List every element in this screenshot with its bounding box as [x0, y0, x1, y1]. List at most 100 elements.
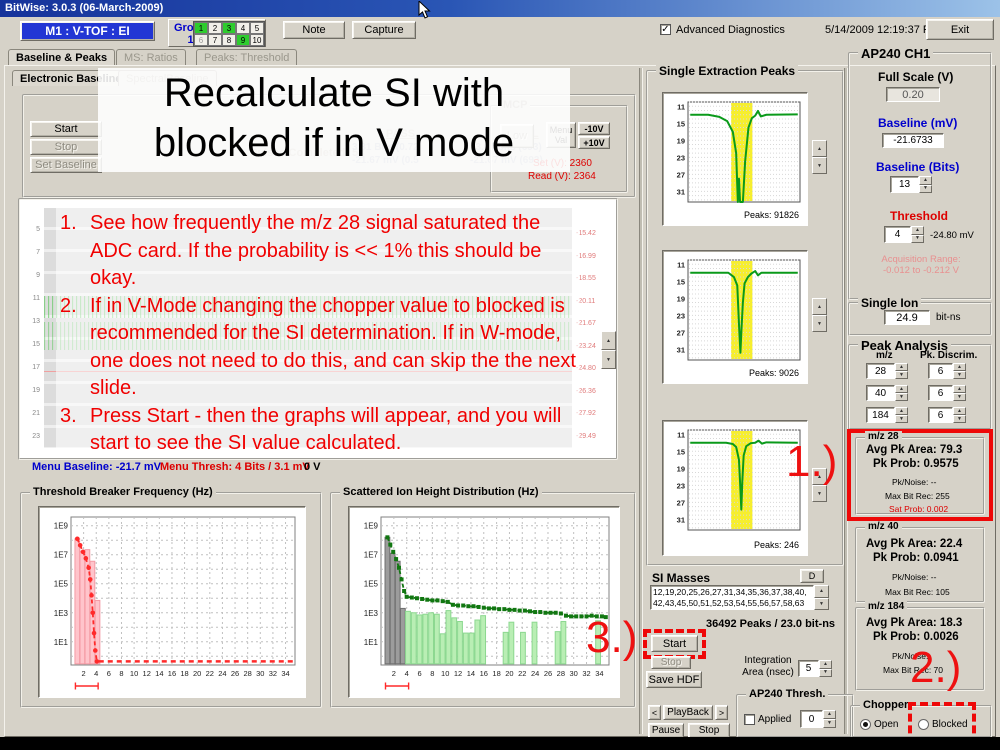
- start-acq-button[interactable]: Start: [30, 121, 102, 137]
- axis-label: 13: [30, 318, 40, 325]
- spin-up-icon[interactable]: ▲: [812, 298, 827, 315]
- threshold-spinner[interactable]: 4 ▲▼: [884, 226, 924, 243]
- playback-stop-button[interactable]: Stop: [688, 723, 730, 738]
- discrim-spinner-3[interactable]: 6 ▲▼: [928, 407, 966, 423]
- svg-text:12: 12: [454, 669, 462, 678]
- spin-up-icon[interactable]: ▲: [819, 660, 832, 669]
- discrim-spinner-1[interactable]: 6 ▲▼: [928, 363, 966, 379]
- group-cell[interactable]: 1: [194, 22, 208, 34]
- capture-button[interactable]: Capture: [352, 21, 416, 39]
- spin-down-icon[interactable]: ▼: [953, 415, 966, 423]
- playback-back-button[interactable]: <: [648, 705, 661, 720]
- group-cell[interactable]: 10: [250, 34, 264, 46]
- mz-spinner-3[interactable]: 184 ▲▼: [866, 407, 908, 423]
- group-cell[interactable]: 6: [194, 34, 208, 46]
- integration-area-spinner[interactable]: 5 ▲▼: [798, 660, 832, 677]
- advanced-diagnostics-checkbox[interactable]: ✓: [660, 24, 671, 35]
- mz184-pk-prob: Pk Prob: 0.0026: [873, 631, 959, 643]
- sep-spinner-2[interactable]: ▲ ▼: [812, 298, 827, 332]
- spin-down-icon[interactable]: ▼: [812, 315, 827, 332]
- spin-down-icon[interactable]: ▼: [812, 485, 827, 502]
- mz-spinner-1[interactable]: 28 ▲▼: [866, 363, 908, 379]
- mcp-minus10-button[interactable]: -10V: [578, 122, 610, 135]
- group-cell[interactable]: 8: [222, 34, 236, 46]
- spin-up-icon[interactable]: ▲: [812, 140, 827, 157]
- threshold-breaker-title: Threshold Breaker Frequency (Hz): [30, 486, 216, 498]
- spin-down-icon[interactable]: ▼: [812, 157, 827, 174]
- svg-text:4: 4: [94, 669, 98, 678]
- single-ion-title: Single Ion: [858, 296, 921, 310]
- spin-down-icon[interactable]: ▼: [814, 598, 829, 611]
- mz28-pk-noise: Pk/Noise: --: [892, 477, 936, 487]
- group-cell[interactable]: 9: [236, 34, 250, 46]
- mz-spinner-2[interactable]: 40 ▲▼: [866, 385, 908, 401]
- svg-text:26: 26: [231, 669, 239, 678]
- tab-ms-ratios[interactable]: MS: Ratios: [116, 49, 186, 65]
- playback-button[interactable]: PlayBack: [663, 705, 713, 720]
- spin-up-icon[interactable]: ▲: [911, 226, 924, 235]
- svg-text:19: 19: [677, 294, 685, 303]
- spin-down-icon[interactable]: ▼: [895, 415, 908, 423]
- chopper-open-radio[interactable]: [860, 719, 871, 730]
- spin-up-icon[interactable]: ▲: [953, 407, 966, 415]
- set-baseline-button[interactable]: Set Baseline: [30, 157, 102, 173]
- spin-up-icon[interactable]: ▲: [895, 385, 908, 393]
- spin-down-icon[interactable]: ▼: [953, 371, 966, 379]
- playback-fwd-button[interactable]: >: [715, 705, 728, 720]
- group-cell[interactable]: 7: [208, 34, 222, 46]
- si-start-button[interactable]: Start: [651, 635, 698, 652]
- exit-button[interactable]: Exit: [926, 19, 994, 40]
- group-cell[interactable]: 5: [250, 22, 264, 34]
- spin-down-icon[interactable]: ▼: [823, 719, 836, 728]
- pause-button[interactable]: Pause: [648, 723, 684, 738]
- slide-title-box: Recalculate SI with blocked if in V mode: [98, 68, 570, 172]
- spin-down-icon[interactable]: ▼: [911, 235, 924, 244]
- si-stop-button[interactable]: Stop: [651, 656, 691, 669]
- baseline-bits-spinner[interactable]: 13 ▲▼: [890, 176, 932, 193]
- baseline-plot-spinner[interactable]: ▲ ▼: [601, 331, 616, 369]
- spin-down-icon[interactable]: ▼: [953, 393, 966, 401]
- spin-up-icon[interactable]: ▲: [895, 363, 908, 371]
- spin-down-icon[interactable]: ▼: [895, 393, 908, 401]
- spin-down-icon[interactable]: ▼: [895, 371, 908, 379]
- sep-chart-3: 111519232731: [666, 426, 806, 534]
- si-masses-scroll[interactable]: ▲ ▼: [814, 585, 829, 610]
- si-masses-input[interactable]: 12,19,20,25,26,27,31,34,35,36,37,38,40, …: [650, 585, 814, 610]
- baseline-mv-field[interactable]: -21.6733: [882, 133, 944, 148]
- spin-down-icon[interactable]: ▼: [819, 669, 832, 678]
- bottom-black-bar: [0, 737, 1000, 750]
- spin-up-icon[interactable]: ▲: [895, 407, 908, 415]
- svg-text:32: 32: [269, 669, 277, 678]
- ap240-thresh-spinner[interactable]: 0 ▲▼: [800, 710, 836, 728]
- applied-checkbox[interactable]: [744, 714, 755, 725]
- group-cell[interactable]: 4: [236, 22, 250, 34]
- slide-title-line1: Recalculate SI with: [98, 68, 570, 118]
- spin-up-icon[interactable]: ▲: [919, 176, 932, 185]
- spin-down-icon[interactable]: ▼: [919, 185, 932, 194]
- spin-up-icon[interactable]: ▲: [953, 385, 966, 393]
- spin-up-icon[interactable]: ▲: [823, 710, 836, 719]
- svg-text:28: 28: [557, 669, 565, 678]
- spin-up-icon[interactable]: ▲: [601, 331, 616, 350]
- group-cell[interactable]: 3: [222, 22, 236, 34]
- single-ion-field[interactable]: 24.9: [884, 310, 930, 325]
- sep-spinner-1[interactable]: ▲ ▼: [812, 140, 827, 174]
- group-cell[interactable]: 2: [208, 22, 222, 34]
- tab-peaks-threshold[interactable]: Peaks: Threshold: [196, 49, 297, 65]
- single-extraction-title: Single Extraction Peaks: [656, 64, 798, 78]
- full-scale-field[interactable]: 0.20: [886, 87, 940, 102]
- mcp-plus10-button[interactable]: +10V: [578, 136, 610, 149]
- stop-acq-button[interactable]: Stop: [30, 139, 102, 155]
- spin-down-icon[interactable]: ▼: [601, 350, 616, 369]
- axis-label: 19: [30, 387, 40, 394]
- spin-up-icon[interactable]: ▲: [953, 363, 966, 371]
- spin-up-icon[interactable]: ▲: [814, 585, 829, 598]
- si-masses-d-button[interactable]: D: [800, 569, 824, 583]
- save-hdf-button[interactable]: Save HDF: [646, 671, 702, 688]
- discrim-spinner-2[interactable]: 6 ▲▼: [928, 385, 966, 401]
- tab-baseline-peaks[interactable]: Baseline & Peaks: [8, 49, 115, 65]
- note-button[interactable]: Note: [283, 21, 345, 39]
- svg-text:8: 8: [430, 669, 434, 678]
- group-cell-grid[interactable]: 12345 678910: [193, 21, 265, 47]
- mode-button[interactable]: M1 : V-TOF : EI: [20, 21, 155, 41]
